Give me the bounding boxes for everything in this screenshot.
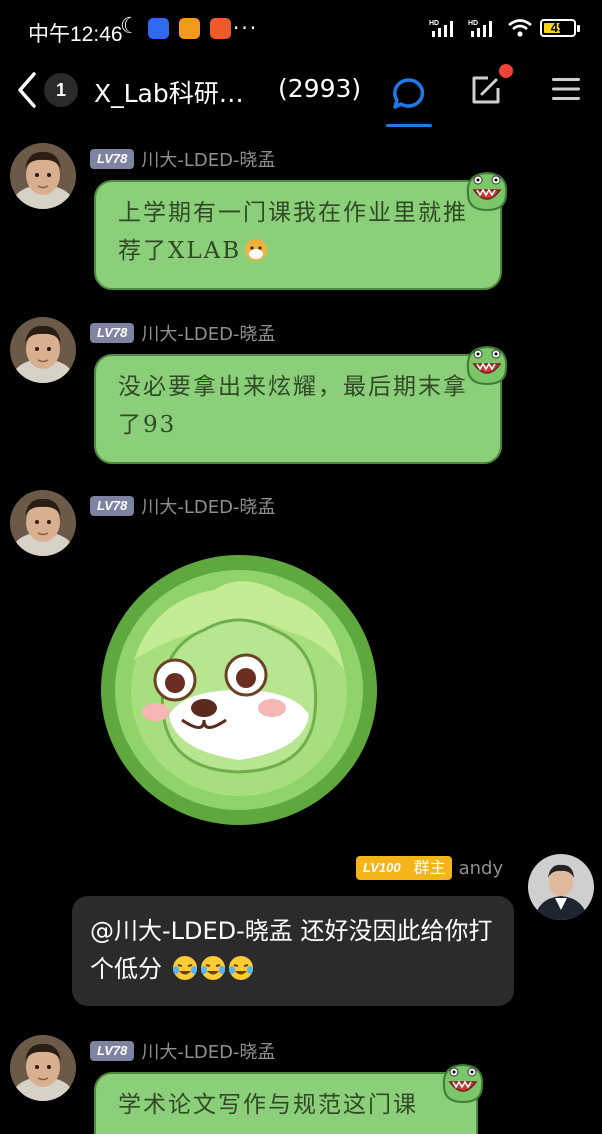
sender-meta: LV78 川大-LDED-晓孟 bbox=[90, 146, 275, 172]
sender-avatar[interactable] bbox=[10, 143, 76, 209]
menu-icon[interactable] bbox=[550, 74, 582, 104]
notification-icons bbox=[148, 18, 231, 39]
battery-icon: 49 bbox=[540, 19, 580, 37]
message-bubble[interactable]: 没必要拿出来炫耀，最后期末拿了93 bbox=[94, 354, 502, 464]
sender-name[interactable]: 川大-LDED-晓孟 bbox=[141, 146, 275, 172]
baidu-app-icon bbox=[148, 18, 169, 39]
dog-emoji-icon bbox=[245, 239, 268, 261]
message-bubble[interactable]: @川大-LDED-晓孟 还好没因此给你打个低分 bbox=[72, 896, 514, 1006]
message-text: 没必要拿出来炫耀，最后期末拿了93 bbox=[118, 374, 468, 438]
member-count[interactable]: (2993) bbox=[278, 74, 361, 103]
message-bubble[interactable]: 上学期有一门课我在作业里就推荐了XLAB bbox=[94, 180, 502, 290]
message-list[interactable]: LV78 川大-LDED-晓孟 上学期有一门课我在作业里就推荐了XLAB LV7… bbox=[0, 128, 602, 1134]
message-text: @川大-LDED-晓孟 还好没因此给你打个低分 bbox=[90, 917, 493, 983]
level-badge: LV78 bbox=[90, 149, 135, 169]
sender-avatar[interactable] bbox=[10, 490, 76, 556]
monster-bubble-decoration-icon bbox=[442, 1064, 484, 1103]
more-notifications-icon: ··· bbox=[233, 16, 259, 40]
message-item: LV78 川大-LDED-晓孟 学术论文写作与规范这门课 bbox=[0, 1020, 602, 1134]
new-notification-dot bbox=[499, 64, 513, 78]
sender-name[interactable]: 川大-LDED-晓孟 bbox=[141, 1038, 275, 1064]
status-time: 中午12:46 bbox=[28, 23, 123, 46]
level-badge: LV78 bbox=[90, 1041, 135, 1061]
group-title[interactable]: X_Lab科研… bbox=[94, 74, 244, 110]
group-owner-badge: 群主 bbox=[407, 856, 452, 880]
signal-icon: HD bbox=[429, 20, 453, 37]
sender-avatar[interactable] bbox=[528, 854, 594, 920]
cabbage-dog-sticker[interactable] bbox=[94, 540, 384, 830]
level-badge: LV78 bbox=[90, 323, 135, 343]
sender-name[interactable]: 川大-LDED-晓孟 bbox=[141, 320, 275, 346]
status-bar: 中午12:46 ☾ ··· HD HD 49 bbox=[0, 0, 602, 60]
sender-name[interactable]: andy bbox=[459, 858, 504, 879]
signal-icon-2: HD bbox=[468, 20, 492, 37]
sender-meta: LV78 川大-LDED-晓孟 bbox=[90, 320, 275, 346]
active-tab-indicator bbox=[386, 124, 432, 127]
shop-app-icon bbox=[210, 18, 231, 39]
svg-text:HD: HD bbox=[429, 20, 439, 27]
tears-of-joy-emoji-icon bbox=[200, 956, 225, 980]
message-item: LV78 川大-LDED-晓孟 没必要拿出来炫耀，最后期末拿了93 bbox=[0, 302, 602, 472]
sender-meta: LV78 川大-LDED-晓孟 bbox=[90, 1038, 275, 1064]
message-item: LV78 川大-LDED-晓孟 上学期有一门课我在作业里就推荐了XLAB bbox=[0, 128, 602, 298]
level-badge: LV100 bbox=[356, 856, 408, 880]
chat-bubble-icon[interactable] bbox=[386, 68, 432, 128]
role-badge-group: LV100 群主 bbox=[356, 856, 452, 880]
edit-note-icon[interactable] bbox=[468, 72, 504, 108]
message-item: LV100 群主 andy @川大-LDED-晓孟 还好没因此给你打个低分 bbox=[0, 840, 602, 1020]
unread-count-badge[interactable]: 1 bbox=[44, 73, 78, 107]
tears-of-joy-emoji-icon bbox=[172, 956, 197, 980]
message-text: 上学期有一门课我在作业里就推荐了XLAB bbox=[118, 200, 468, 264]
back-chevron-icon[interactable] bbox=[12, 70, 42, 110]
sender-meta: LV78 川大-LDED-晓孟 bbox=[90, 493, 275, 519]
chat-header: 1 X_Lab科研… (2993) bbox=[0, 60, 602, 128]
sender-avatar[interactable] bbox=[10, 1035, 76, 1101]
wifi-icon bbox=[508, 19, 532, 37]
system-indicators: HD HD 49 bbox=[429, 18, 580, 38]
monster-bubble-decoration-icon bbox=[466, 172, 508, 211]
tears-of-joy-emoji-icon bbox=[228, 956, 253, 980]
moon-icon: ☾ bbox=[120, 14, 140, 39]
message-text: 学术论文写作与规范这门课 bbox=[118, 1092, 418, 1118]
sender-name[interactable]: 川大-LDED-晓孟 bbox=[141, 493, 275, 519]
message-item: LV78 川大-LDED-晓孟 bbox=[0, 475, 602, 835]
level-badge: LV78 bbox=[90, 496, 135, 516]
message-app-icon bbox=[179, 18, 200, 39]
monster-bubble-decoration-icon bbox=[466, 346, 508, 385]
svg-text:HD: HD bbox=[468, 20, 478, 27]
battery-level: 49 bbox=[550, 20, 566, 35]
sender-avatar[interactable] bbox=[10, 317, 76, 383]
message-bubble[interactable]: 学术论文写作与规范这门课 bbox=[94, 1072, 478, 1134]
sender-meta: LV100 群主 andy bbox=[356, 856, 503, 880]
